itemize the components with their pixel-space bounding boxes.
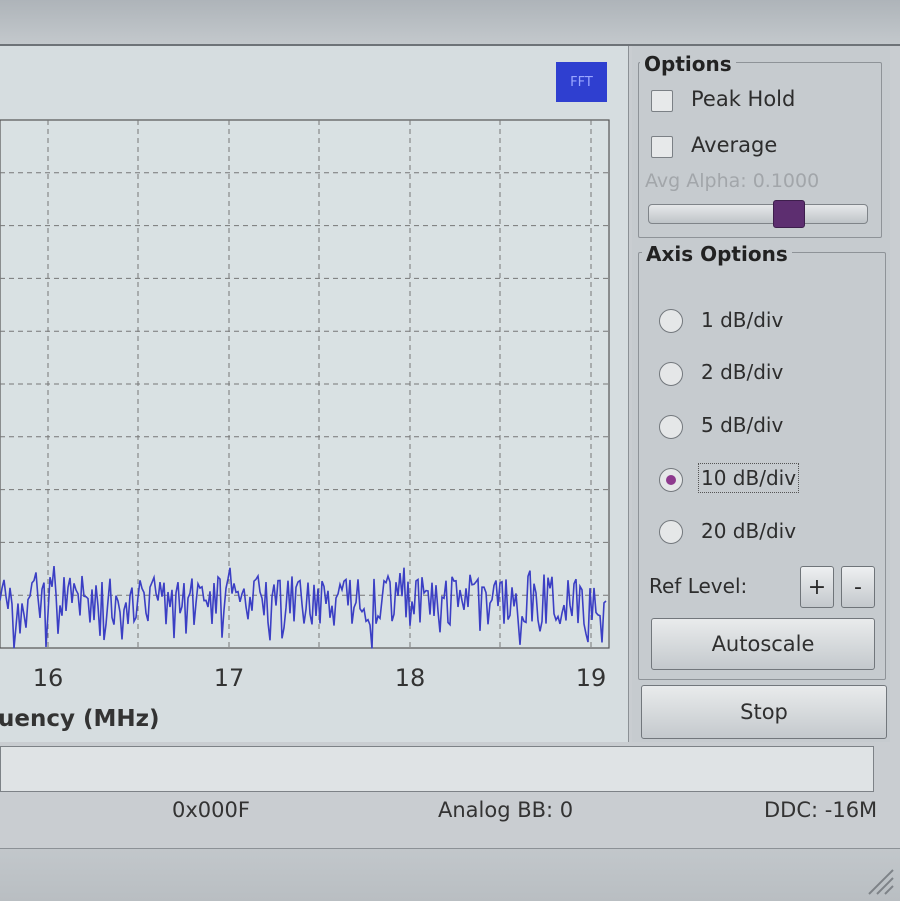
x-tick-17: 17 [213, 664, 245, 692]
avg-alpha-slider[interactable] [648, 204, 868, 224]
radio-label-1-db-div: 1 dB/div [701, 308, 784, 332]
options-title: Options [640, 52, 736, 76]
peak-hold-checkbox[interactable] [651, 90, 673, 112]
stop-button[interactable]: Stop [641, 685, 887, 739]
axis-options-title: Axis Options [642, 242, 792, 266]
average-checkbox[interactable] [651, 136, 673, 158]
radio-label-10-db-div: 10 dB/div [697, 463, 800, 493]
avg-alpha-slider-thumb[interactable] [773, 200, 805, 228]
radio-1-db-div[interactable] [659, 309, 683, 333]
status-ddc: DDC: -16M [764, 798, 878, 822]
radio-10-db-div[interactable] [659, 468, 683, 492]
ref-level-label: Ref Level: [649, 574, 748, 598]
status-code: 0x000F [172, 798, 250, 822]
x-tick-19: 19 [575, 664, 607, 692]
average-label: Average [691, 133, 778, 157]
window-toolbar [0, 0, 900, 46]
radio-2-db-div[interactable] [659, 362, 683, 386]
radio-20-db-div[interactable] [659, 520, 683, 544]
ref-level-minus-button[interactable]: - [841, 566, 875, 608]
x-axis-label: uency (MHz) [0, 706, 160, 732]
status-analog-bb: Analog BB: 0 [438, 798, 574, 822]
radio-label-20-db-div: 20 dB/div [701, 519, 797, 543]
x-tick-18: 18 [394, 664, 426, 692]
bottom-bar [0, 848, 900, 901]
autoscale-button[interactable]: Autoscale [651, 618, 875, 670]
radio-label-5-db-div: 5 dB/div [701, 413, 784, 437]
fft-plot [0, 119, 610, 649]
avg-alpha-label: Avg Alpha: 0.1000 [645, 170, 820, 192]
x-tick-16: 16 [32, 664, 64, 692]
fft-badge: FFT [556, 62, 607, 102]
fft-plot-panel [0, 46, 629, 742]
message-bar [0, 746, 874, 792]
radio-label-2-db-div: 2 dB/div [701, 360, 784, 384]
ref-level-plus-button[interactable]: + [800, 566, 834, 608]
peak-hold-label: Peak Hold [691, 87, 796, 111]
resize-grip-icon[interactable] [860, 861, 894, 895]
radio-5-db-div[interactable] [659, 415, 683, 439]
